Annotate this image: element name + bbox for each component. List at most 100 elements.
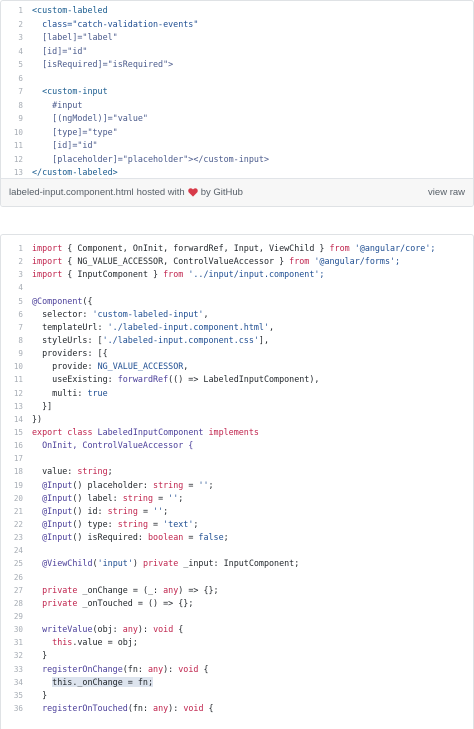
line-number[interactable]: 12 [1, 153, 23, 167]
code-token: implements [208, 426, 259, 437]
line-number[interactable]: 28 [1, 597, 23, 610]
line-number[interactable]: 11 [1, 373, 23, 386]
line-number[interactable]: 8 [1, 334, 23, 347]
line-number[interactable]: 9 [1, 347, 23, 360]
line-code: <custom-input [23, 85, 473, 99]
line-number[interactable]: 3 [1, 31, 23, 45]
line-number[interactable]: 22 [1, 518, 23, 531]
line-number[interactable]: 30 [1, 623, 23, 636]
line-number[interactable]: 26 [1, 571, 23, 584]
code-line: 17 [1, 452, 473, 465]
line-number[interactable]: 2 [1, 18, 23, 32]
gist-filename-link[interactable]: labeled-input.component.html [9, 187, 134, 198]
line-number[interactable]: 4 [1, 281, 23, 294]
line-number[interactable]: 7 [1, 85, 23, 99]
line-code: }) [23, 413, 473, 426]
code-token: '' [168, 492, 179, 503]
line-number[interactable]: 34 [1, 676, 23, 689]
line-number[interactable]: 10 [1, 360, 23, 373]
line-number[interactable]: 31 [1, 636, 23, 649]
line-number[interactable]: 19 [1, 479, 23, 492]
code-token: , [183, 361, 189, 372]
code-token: class="catch-validation-events" [32, 18, 199, 29]
line-number[interactable]: 27 [1, 584, 23, 597]
line-number[interactable]: 23 [1, 531, 23, 544]
line-number[interactable]: 29 [1, 610, 23, 623]
code-token: { [198, 663, 209, 674]
line-number[interactable]: 14 [1, 413, 23, 426]
code-line: 15 export class LabeledInputComponent imp… [1, 426, 473, 439]
line-code: class="catch-validation-events" [23, 18, 473, 32]
line-number[interactable]: 35 [1, 689, 23, 702]
code-line: 16 OnInit, ControlValueAccessor { [1, 439, 473, 452]
code-token: @ViewChild [32, 558, 93, 569]
code-token: private [32, 597, 78, 608]
code-line: 23 @Input() isRequired: boolean = false; [1, 531, 473, 544]
code-line: 11 useExisting: forwardRef(() => Labeled… [1, 373, 473, 386]
line-number[interactable]: 3 [1, 268, 23, 281]
line-code: value: string; [23, 465, 473, 478]
code-line: 7 templateUrl: './labeled-input.componen… [1, 321, 473, 334]
line-number[interactable]: 8 [1, 99, 23, 113]
code-token: ], [258, 334, 269, 345]
line-number[interactable]: 21 [1, 505, 23, 518]
code-line: 13 }] [1, 400, 473, 413]
line-code: @Component({ [23, 295, 473, 308]
line-number[interactable]: 9 [1, 112, 23, 126]
code-token: string [117, 518, 148, 529]
code-token: styleUrls: [ [32, 334, 103, 345]
line-code: private _onChange = (_: any) => {}; [23, 584, 473, 597]
code-token: any [122, 624, 138, 635]
line-number[interactable]: 6 [1, 72, 23, 86]
code-token: <custom-labeled [32, 5, 108, 15]
line-number[interactable]: 18 [1, 465, 23, 478]
code-line: 4 [id]="id" [1, 45, 473, 59]
line-number[interactable]: 36 [1, 702, 23, 715]
line-number[interactable]: 10 [1, 126, 23, 140]
line-number[interactable]: 4 [1, 45, 23, 59]
code-token: #input [32, 99, 83, 110]
line-number[interactable]: 25 [1, 557, 23, 570]
line-number[interactable]: 17 [1, 452, 23, 465]
code-token: ; [163, 505, 169, 516]
line-number[interactable]: 7 [1, 321, 23, 334]
line-number[interactable]: 15 [1, 426, 23, 439]
code-token: any [147, 663, 164, 674]
line-number[interactable]: 20 [1, 492, 23, 505]
line-number[interactable]: 6 [1, 308, 23, 321]
code-token: [type]="type" [32, 126, 118, 137]
line-number[interactable]: 32 [1, 649, 23, 662]
line-number[interactable]: 33 [1, 663, 23, 676]
line-number[interactable]: 5 [1, 58, 23, 72]
code-line: 11 [id]="id" [1, 139, 473, 153]
line-number[interactable]: 13 [1, 400, 23, 413]
line-number[interactable]: 12 [1, 387, 23, 400]
line-number[interactable]: 24 [1, 544, 23, 557]
line-number[interactable]: 5 [1, 295, 23, 308]
line-code: @Input() type: string = 'text'; [23, 518, 473, 531]
code-line: 29 [1, 610, 473, 623]
code-token: { [173, 624, 184, 635]
line-number[interactable]: 2 [1, 255, 23, 268]
code-token: '' [198, 479, 209, 490]
code-token: selector: [32, 308, 93, 319]
github-link[interactable]: by GitHub [201, 187, 243, 198]
line-number[interactable]: 11 [1, 139, 23, 153]
line-number[interactable]: 1 [1, 4, 23, 18]
code-token: }] [32, 400, 53, 411]
code-token: boolean [147, 532, 184, 543]
line-number[interactable]: 1 [1, 242, 23, 255]
code-line: 19 @Input() placeholder: string = ''; [1, 479, 473, 492]
code-token: forwardRef [117, 374, 169, 385]
view-raw-link[interactable]: view raw [428, 187, 465, 198]
code-token: OnInit, ControlValueAccessor { [32, 440, 194, 451]
code-token: (obj: [92, 624, 123, 635]
code-token: this._onChange = fn; [52, 676, 154, 687]
code-token: from [163, 269, 184, 280]
code-token: private [142, 558, 179, 569]
code-line: 18 value: string; [1, 465, 473, 478]
code-block-typescript: 1 import { Component, OnInit, forwardRef,… [1, 235, 473, 715]
line-number[interactable]: 16 [1, 439, 23, 452]
code-token: (fn: [127, 702, 154, 713]
